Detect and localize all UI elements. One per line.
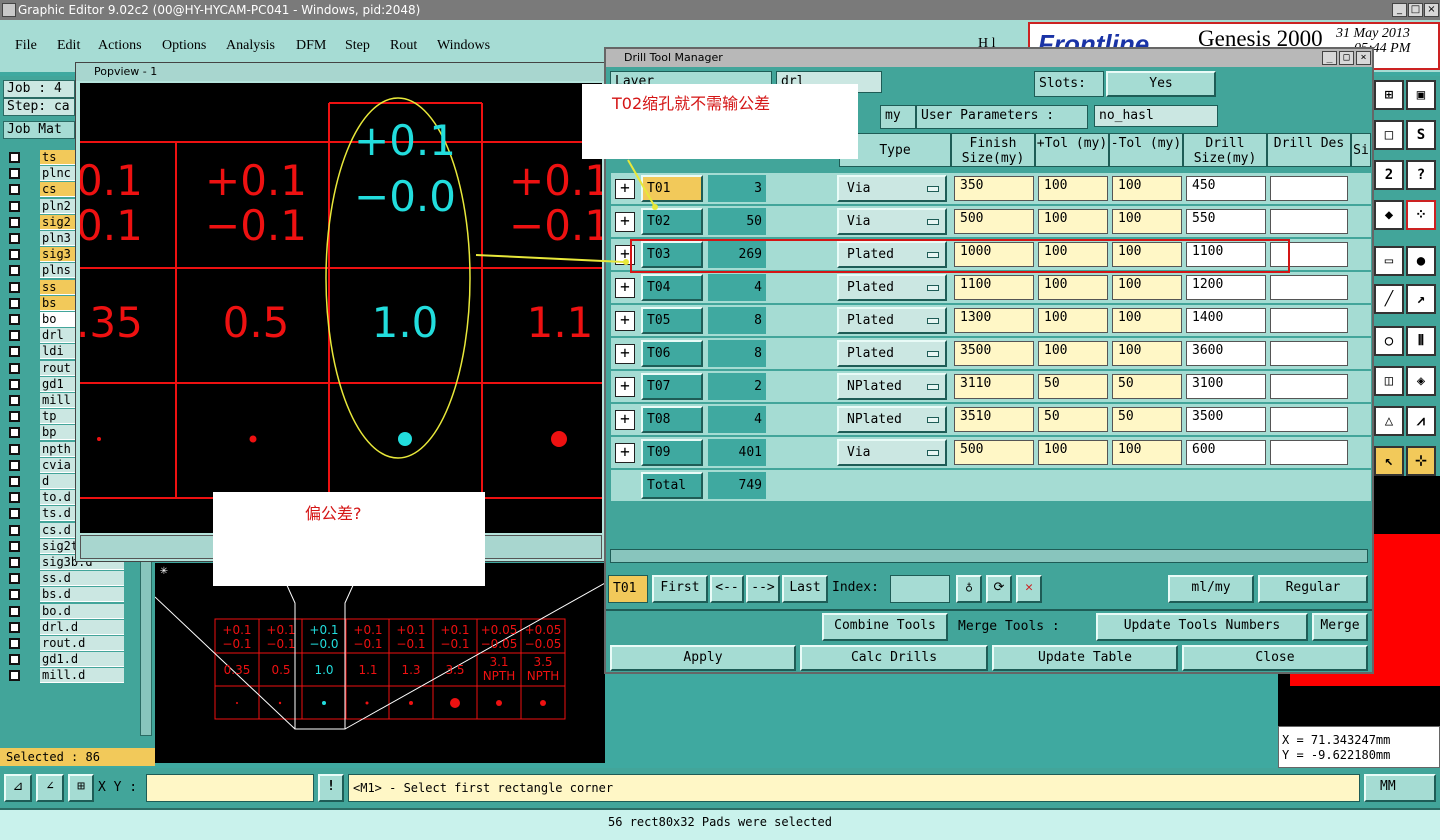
- angle-icon[interactable]: ∠: [36, 774, 64, 802]
- snap-icon[interactable]: ⊿: [4, 774, 32, 802]
- xy-label: X Y :: [98, 780, 138, 795]
- prompt-text: <M1> - Select first rectangle corner: [348, 774, 1360, 802]
- xy-input[interactable]: [146, 774, 314, 802]
- alert-icon[interactable]: !: [318, 774, 344, 802]
- grid-snap-icon[interactable]: ⊞: [68, 774, 94, 802]
- status-bar: ⊿ ∠ ⊞ X Y : ! <M1> - Select first rectan…: [0, 768, 1440, 808]
- units-select[interactable]: MM: [1364, 774, 1436, 802]
- message-bar: 56 rect80x32 Pads were selected: [0, 808, 1440, 840]
- annotation-arrows: [475, 159, 658, 265]
